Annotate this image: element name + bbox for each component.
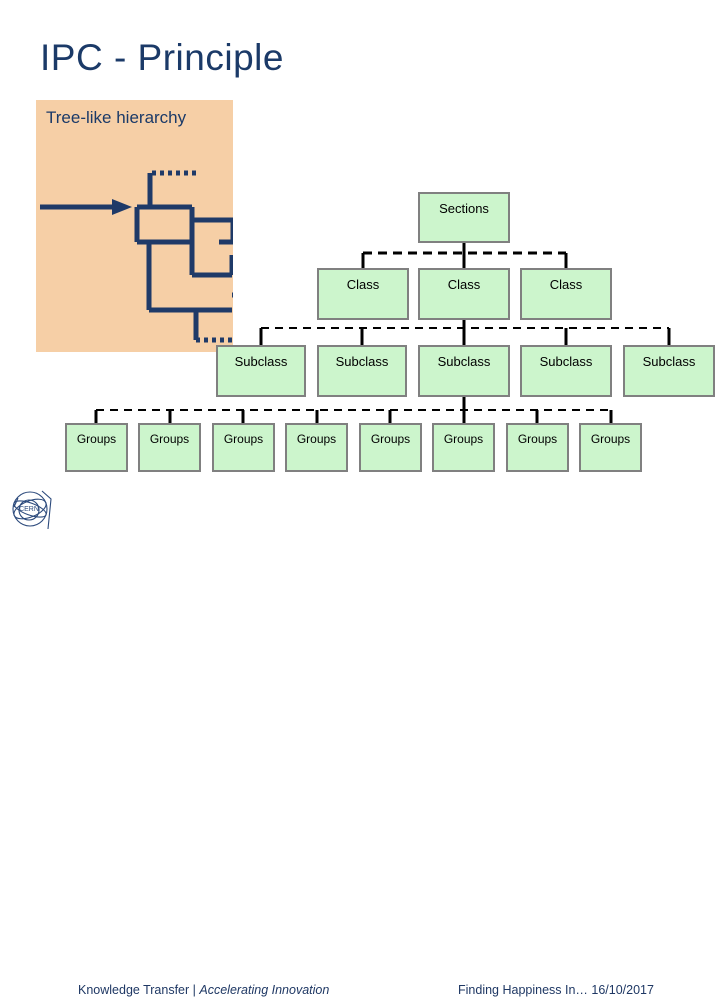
node-label: Class [447, 277, 481, 292]
svg-text:CERN: CERN [19, 506, 39, 513]
node-groups[interactable]: Groups [285, 423, 348, 472]
node-class[interactable]: Class [520, 268, 612, 320]
node-class[interactable]: Class [317, 268, 409, 320]
cern-logo-icon: CERN [12, 490, 52, 530]
node-subclass[interactable]: Subclass [418, 345, 510, 397]
node-label: Subclass [642, 354, 696, 369]
node-label: Subclass [335, 354, 389, 369]
node-label: Subclass [437, 354, 491, 369]
node-groups[interactable]: Groups [579, 423, 642, 472]
node-groups[interactable]: Groups [138, 423, 201, 472]
node-subclass[interactable]: Subclass [317, 345, 407, 397]
node-sections[interactable]: Sections [418, 192, 510, 243]
node-label: Groups [443, 432, 484, 446]
node-label: Subclass [234, 354, 288, 369]
slide-footer: CERN Knowledge Transfer | Accelerating I… [0, 483, 720, 997]
node-groups[interactable]: Groups [506, 423, 569, 472]
node-subclass[interactable]: Subclass [623, 345, 715, 397]
hierarchy-connectors [94, 243, 671, 423]
node-label: Groups [370, 432, 411, 446]
node-label: Sections [439, 201, 489, 216]
node-groups[interactable]: Groups [65, 423, 128, 472]
node-label: Groups [296, 432, 337, 446]
node-groups[interactable]: Groups [359, 423, 422, 472]
footer-org-label: Knowledge Transfer | [78, 983, 200, 997]
node-groups[interactable]: Groups [432, 423, 495, 472]
node-label: Groups [149, 432, 190, 446]
footer-left-text: Knowledge Transfer | Accelerating Innova… [78, 983, 329, 997]
node-subclass[interactable]: Subclass [520, 345, 612, 397]
footer-right-text: Finding Happiness In… 16/10/2017 [458, 983, 654, 997]
node-label: Groups [76, 432, 117, 446]
node-groups[interactable]: Groups [212, 423, 275, 472]
node-label: Subclass [539, 354, 593, 369]
node-label: Groups [590, 432, 631, 446]
node-label: Groups [223, 432, 264, 446]
classification-hierarchy-diagram: Sections Class Class Class Subclass Subc… [0, 0, 720, 480]
node-class[interactable]: Class [418, 268, 510, 320]
footer-tagline: Accelerating Innovation [199, 983, 330, 997]
slide-canvas: IPC - Principle Tree-like hierarchy Sect… [0, 0, 720, 997]
node-label: Groups [517, 432, 558, 446]
node-label: Class [549, 277, 583, 292]
node-subclass[interactable]: Subclass [216, 345, 306, 397]
node-label: Class [346, 277, 380, 292]
